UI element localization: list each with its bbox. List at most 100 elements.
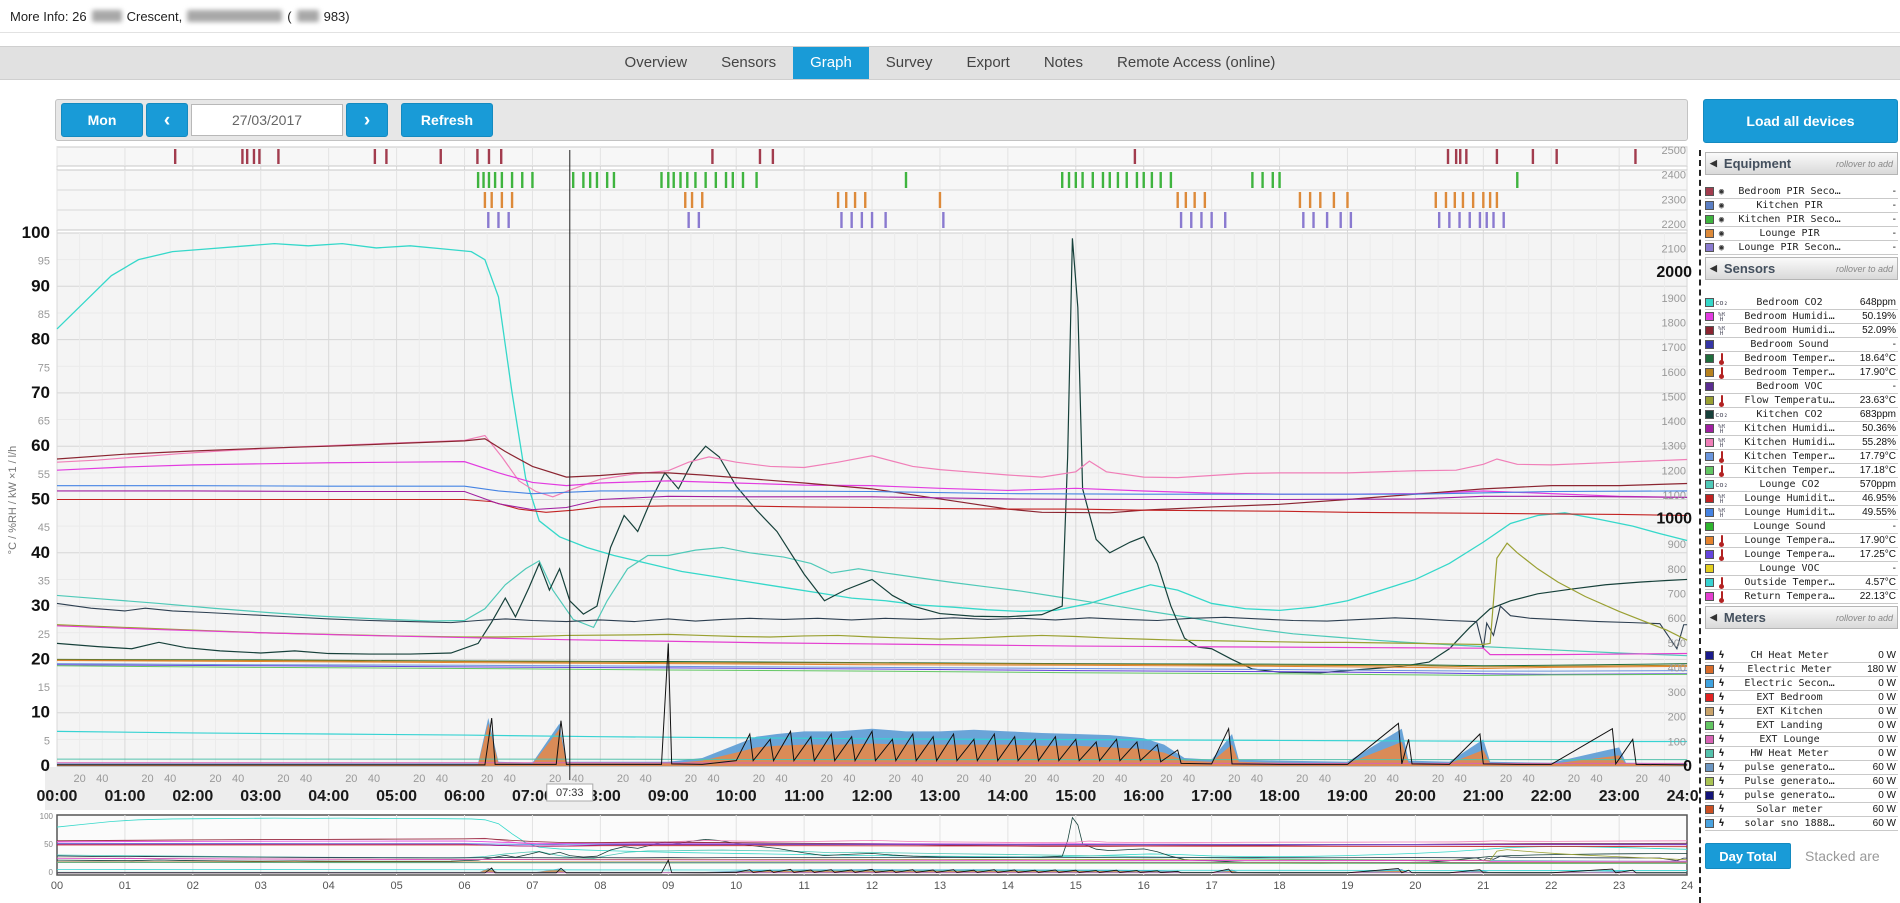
series-color-swatch — [1705, 550, 1714, 559]
device-row[interactable]: ϟElectric Secon…0 W — [1705, 677, 1898, 691]
device-row[interactable]: ϟEXT Lounge0 W — [1705, 733, 1898, 747]
svg-text:13: 13 — [934, 880, 946, 892]
collapse-icon: ◀ — [1710, 612, 1717, 623]
tab-overview[interactable]: Overview — [608, 47, 705, 79]
device-row[interactable]: ϟpulse generato…60 W — [1705, 761, 1898, 775]
device-row[interactable]: ◉Bedroom PIR Seco…- — [1705, 185, 1898, 199]
device-row[interactable]: ϟEXT Bedroom0 W — [1705, 691, 1898, 705]
svg-text:18: 18 — [1273, 880, 1285, 892]
refresh-button[interactable]: Refresh — [401, 103, 493, 137]
device-row[interactable]: ϟpulse generato…0 W — [1705, 789, 1898, 803]
device-row[interactable]: %RHKitchen Humidi…55.28% — [1705, 436, 1898, 450]
pir-icon: ◉ — [1714, 229, 1729, 239]
svg-text:40: 40 — [979, 773, 991, 785]
device-row[interactable]: ◉Kitchen PIR Seco…- — [1705, 213, 1898, 227]
device-row[interactable]: Bedroom Sound- — [1705, 338, 1898, 352]
device-row[interactable]: Lounge VOC- — [1705, 562, 1898, 576]
overview-chart[interactable]: 1005000001020304050607080910111213141516… — [40, 812, 1694, 892]
series-color-swatch — [1705, 326, 1714, 335]
left-axis: 0510152025303540455055606570758085909510… — [7, 223, 50, 775]
tab-survey[interactable]: Survey — [869, 47, 950, 79]
series-color-swatch — [1705, 536, 1714, 545]
series-color-swatch — [1705, 819, 1714, 828]
device-row[interactable]: ◉Lounge PIR- — [1705, 227, 1898, 241]
series-color-swatch — [1705, 679, 1714, 688]
svg-text:15: 15 — [38, 682, 50, 694]
device-row[interactable]: ϟsolar sno 1888…60 W — [1705, 817, 1898, 831]
strip-tick-bedroom-pir-secondary — [759, 149, 761, 164]
device-row[interactable]: ϟEXT Landing0 W — [1705, 719, 1898, 733]
svg-text:700: 700 — [1668, 589, 1686, 601]
app-window: More Info: 26 Crescent, (983) OverviewSe… — [0, 0, 1900, 903]
device-row[interactable]: ◉Kitchen PIR- — [1705, 199, 1898, 213]
device-value: 60 W — [1850, 804, 1898, 815]
svg-text:40: 40 — [911, 773, 923, 785]
day-button[interactable]: Mon — [61, 103, 143, 137]
device-row[interactable]: co₂Bedroom CO2648ppm — [1705, 296, 1898, 310]
device-row[interactable]: ϟEXT Kitchen0 W — [1705, 705, 1898, 719]
device-row[interactable]: %RHLounge Humidit…46.95% — [1705, 492, 1898, 506]
strip-tick-lounge-pir — [684, 192, 686, 208]
svg-text:13:00: 13:00 — [919, 788, 960, 805]
device-row[interactable]: Bedroom Temper…18.64°C — [1705, 352, 1898, 366]
strip-tick-bedroom-pir-secondary — [1465, 149, 1467, 164]
device-name: Lounge PIR — [1729, 228, 1850, 239]
device-name: Pulse generato… — [1729, 776, 1850, 787]
device-row[interactable]: ϟElectric Meter180 W — [1705, 663, 1898, 677]
device-row[interactable]: Kitchen Temper…17.79°C — [1705, 450, 1898, 464]
date-field[interactable]: 27/03/2017 — [191, 104, 343, 136]
strip-tick-lounge-pir-secondary — [942, 212, 944, 228]
main-chart-canvas[interactable]: 0510152025303540455055606570758085909510… — [0, 140, 1900, 903]
strip-tick-kitchen-pir-secondary — [521, 172, 523, 188]
device-row[interactable]: ϟPulse generato…60 W — [1705, 775, 1898, 789]
device-row[interactable]: %RHBedroom Humidi…52.09% — [1705, 324, 1898, 338]
prev-day-button[interactable]: ‹ — [146, 103, 188, 137]
device-row[interactable]: co₂Lounge CO2570ppm — [1705, 478, 1898, 492]
tab-remote-access-online[interactable]: Remote Access (online) — [1100, 47, 1292, 79]
device-name: pulse generato… — [1729, 790, 1850, 801]
section-header-sensors[interactable]: ◀Sensorsrollover to add — [1705, 257, 1898, 280]
device-value: 180 W — [1850, 664, 1898, 675]
strip-tick-kitchen-pir-secondary — [1170, 172, 1172, 188]
tab-notes[interactable]: Notes — [1027, 47, 1100, 79]
device-value: 0 W — [1850, 706, 1898, 717]
device-row[interactable]: %RHLounge Humidit…49.55% — [1705, 506, 1898, 520]
tab-export[interactable]: Export — [949, 47, 1026, 79]
strip-tick-bedroom-pir-secondary — [385, 149, 387, 164]
device-row[interactable]: ϟCH Heat Meter0 W — [1705, 649, 1898, 663]
svg-text:1700: 1700 — [1662, 342, 1686, 354]
day-total-button[interactable]: Day Total — [1705, 843, 1791, 869]
device-row[interactable]: %RHBedroom Humidi…50.19% — [1705, 310, 1898, 324]
date-toolbar: Mon ‹ 27/03/2017 › Refresh — [55, 99, 1688, 141]
device-row[interactable]: Lounge Sound- — [1705, 520, 1898, 534]
device-row[interactable]: Return Tempera…22.13°C — [1705, 590, 1898, 604]
svg-text:40: 40 — [1047, 773, 1059, 785]
device-row[interactable]: co₂Kitchen CO2683ppm — [1705, 408, 1898, 422]
paren-open: ( — [287, 9, 291, 24]
tab-sensors[interactable]: Sensors — [704, 47, 793, 79]
tab-graph[interactable]: Graph — [793, 47, 869, 79]
series-color-swatch — [1705, 396, 1714, 405]
device-row[interactable]: %RHKitchen Humidi…50.36% — [1705, 422, 1898, 436]
street-text: Crescent, — [127, 9, 183, 24]
svg-text:25: 25 — [38, 629, 50, 641]
device-row[interactable]: Lounge Tempera…17.90°C — [1705, 534, 1898, 548]
svg-text:2500: 2500 — [1662, 145, 1686, 157]
device-name: Outside Temper… — [1729, 577, 1850, 588]
device-row[interactable]: Bedroom Temper…17.90°C — [1705, 366, 1898, 380]
device-row[interactable]: Flow Temperatu…23.63°C — [1705, 394, 1898, 408]
next-day-button[interactable]: › — [346, 103, 388, 137]
device-value: 49.55% — [1850, 507, 1898, 518]
device-row[interactable]: Bedroom VOC- — [1705, 380, 1898, 394]
device-row[interactable]: Outside Temper…4.57°C — [1705, 576, 1898, 590]
device-row[interactable]: ◉Lounge PIR Secon…- — [1705, 241, 1898, 255]
device-row[interactable]: ϟHW Heat Meter0 W — [1705, 747, 1898, 761]
strip-tick-kitchen-pir-secondary — [1272, 172, 1274, 188]
section-header-equipment[interactable]: ◀Equipmentrollover to add — [1705, 152, 1898, 175]
section-header-meters[interactable]: ◀Metersrollover to add — [1705, 606, 1898, 629]
device-row[interactable]: Lounge Tempera…17.25°C — [1705, 548, 1898, 562]
device-row[interactable]: ϟSolar meter60 W — [1705, 803, 1898, 817]
co2-icon: co₂ — [1714, 481, 1729, 489]
load-all-devices-button[interactable]: Load all devices — [1703, 99, 1898, 143]
device-row[interactable]: Kitchen Temper…17.18°C — [1705, 464, 1898, 478]
